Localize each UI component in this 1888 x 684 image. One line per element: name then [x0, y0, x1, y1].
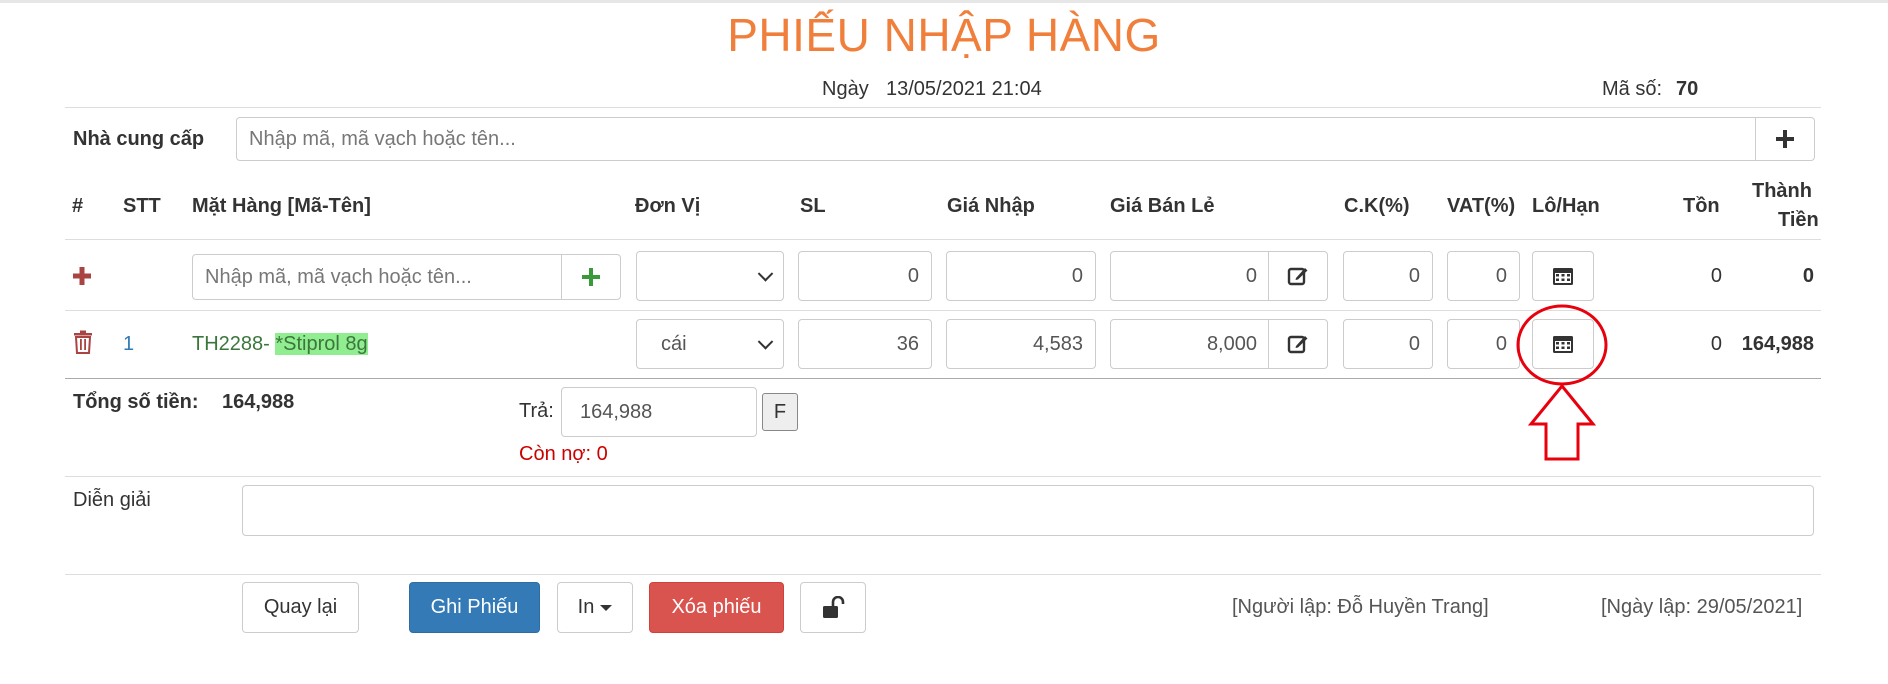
pay-label: Trả:	[519, 400, 554, 422]
new-row-unit-select[interactable]	[636, 251, 784, 301]
header-row-divider	[65, 239, 1821, 240]
col-lot: Lô/Hạn	[1532, 195, 1600, 217]
col-total-line1: Thành	[1752, 180, 1812, 202]
edit-icon	[1287, 267, 1308, 286]
new-row-edit-price-button[interactable]	[1268, 251, 1328, 301]
col-total-line2: Tiền	[1778, 209, 1819, 231]
row-item-code: TH2288-	[192, 333, 276, 355]
pay-input[interactable]: 164,988	[561, 387, 757, 437]
item-search-placeholder: Nhập mã, mã vạch hoặc tên...	[205, 265, 472, 288]
lock-button[interactable]	[800, 582, 866, 633]
col-vat: VAT(%)	[1447, 195, 1516, 217]
new-row-qty-input[interactable]: 0	[798, 251, 932, 301]
new-row-discount-input[interactable]: 0	[1343, 251, 1433, 301]
row-unit-value: cái	[661, 332, 687, 355]
row-discount-value: 0	[1408, 332, 1420, 355]
print-dropdown-button[interactable]: In	[557, 582, 633, 633]
row-qty-value: 36	[896, 332, 919, 355]
calendar-icon	[1553, 268, 1573, 285]
col-qty: SL	[800, 195, 826, 217]
creator-info: [Người lập: Đỗ Huyền Trang]	[1232, 596, 1489, 618]
row-retail-price-value: 8,000	[1206, 332, 1257, 355]
row-item-name: *Stiprol 8g	[275, 333, 368, 355]
date-label: Ngày	[822, 78, 869, 100]
code-label: Mã số:	[1602, 78, 1663, 100]
row-total: 164,988	[1741, 333, 1814, 355]
col-hash: #	[72, 195, 84, 217]
trash-icon[interactable]	[73, 330, 93, 354]
row-stock: 0	[1710, 333, 1722, 355]
row-item[interactable]: TH2288- *Stiprol 8g	[192, 333, 368, 356]
highlight-circle-icon	[1516, 304, 1608, 386]
total-value: 164,988	[222, 391, 295, 413]
new-row-import-price-input[interactable]: 0	[946, 251, 1096, 301]
date-value: 13/05/2021 21:04	[886, 78, 1042, 100]
note-divider	[65, 574, 1821, 575]
col-retail-price: Giá Bán Lẻ	[1110, 195, 1215, 217]
plus-icon	[582, 268, 600, 286]
col-stock: Tồn	[1683, 195, 1720, 217]
chevron-down-icon	[757, 266, 774, 282]
new-row-lot-button[interactable]	[1532, 251, 1594, 301]
new-row-vat-value: 0	[1495, 264, 1507, 287]
print-label: In	[577, 596, 595, 618]
pay-full-button[interactable]: F	[762, 393, 798, 431]
new-row-import-price-value: 0	[1071, 264, 1083, 287]
supplier-label: Nhà cung cấp	[73, 128, 205, 150]
col-item: Mặt Hàng [Mã-Tên]	[192, 195, 371, 217]
annotation-overlay	[1516, 304, 1608, 461]
col-stt: STT	[123, 195, 161, 217]
item-search-input[interactable]: Nhập mã, mã vạch hoặc tên...	[192, 254, 562, 300]
back-button[interactable]: Quay lại	[242, 582, 359, 633]
chevron-down-icon	[757, 334, 774, 350]
new-row-vat-input[interactable]: 0	[1447, 251, 1520, 301]
row-vat-value: 0	[1495, 332, 1507, 355]
supplier-placeholder: Nhập mã, mã vạch hoặc tên...	[249, 127, 516, 150]
col-discount: C.K(%)	[1344, 195, 1410, 217]
new-row-plus-icon[interactable]	[72, 266, 92, 286]
new-row-total: 0	[1802, 265, 1814, 287]
summary-divider	[65, 476, 1821, 477]
unlock-icon	[823, 595, 845, 618]
col-unit: Đơn Vị	[635, 195, 701, 217]
add-supplier-button[interactable]	[1755, 117, 1815, 161]
row-unit-select[interactable]: cái	[636, 319, 784, 369]
row-discount-input[interactable]: 0	[1343, 319, 1433, 369]
new-row-discount-value: 0	[1408, 264, 1420, 287]
delete-button[interactable]: Xóa phiếu	[649, 582, 784, 633]
total-label: Tổng số tiền:	[73, 391, 199, 413]
pay-value: 164,988	[580, 400, 653, 423]
edit-icon	[1287, 335, 1308, 354]
save-button[interactable]: Ghi Phiếu	[409, 582, 540, 633]
page-title: PHIẾU NHẬP HÀNG	[727, 9, 1161, 61]
row-qty-input[interactable]: 36	[798, 319, 932, 369]
row-import-price-input[interactable]: 4,583	[946, 319, 1096, 369]
row-retail-price-input[interactable]: 8,000	[1110, 319, 1270, 369]
row-edit-price-button[interactable]	[1268, 319, 1328, 369]
row-import-price-value: 4,583	[1032, 332, 1083, 355]
created-date-info: [Ngày lập: 29/05/2021]	[1601, 596, 1803, 618]
up-arrow-icon	[1527, 383, 1597, 461]
add-item-button[interactable]	[561, 254, 621, 300]
new-row-retail-price-input[interactable]: 0	[1110, 251, 1270, 301]
debt-text: Còn nợ: 0	[519, 443, 608, 465]
supplier-input[interactable]: Nhập mã, mã vạch hoặc tên...	[236, 117, 1756, 161]
caret-down-icon	[600, 604, 613, 611]
note-input[interactable]	[242, 485, 1814, 536]
code-value: 70	[1676, 78, 1699, 100]
new-row-stock: 0	[1710, 265, 1722, 287]
col-import-price: Giá Nhập	[947, 195, 1035, 217]
new-row-retail-price-value: 0	[1245, 264, 1257, 287]
plus-icon	[1776, 130, 1794, 148]
top-divider	[0, 0, 1888, 3]
header-divider	[65, 107, 1821, 108]
note-label: Diễn giải	[73, 489, 151, 511]
new-row-qty-value: 0	[907, 264, 919, 287]
row-stt: 1	[123, 333, 135, 355]
